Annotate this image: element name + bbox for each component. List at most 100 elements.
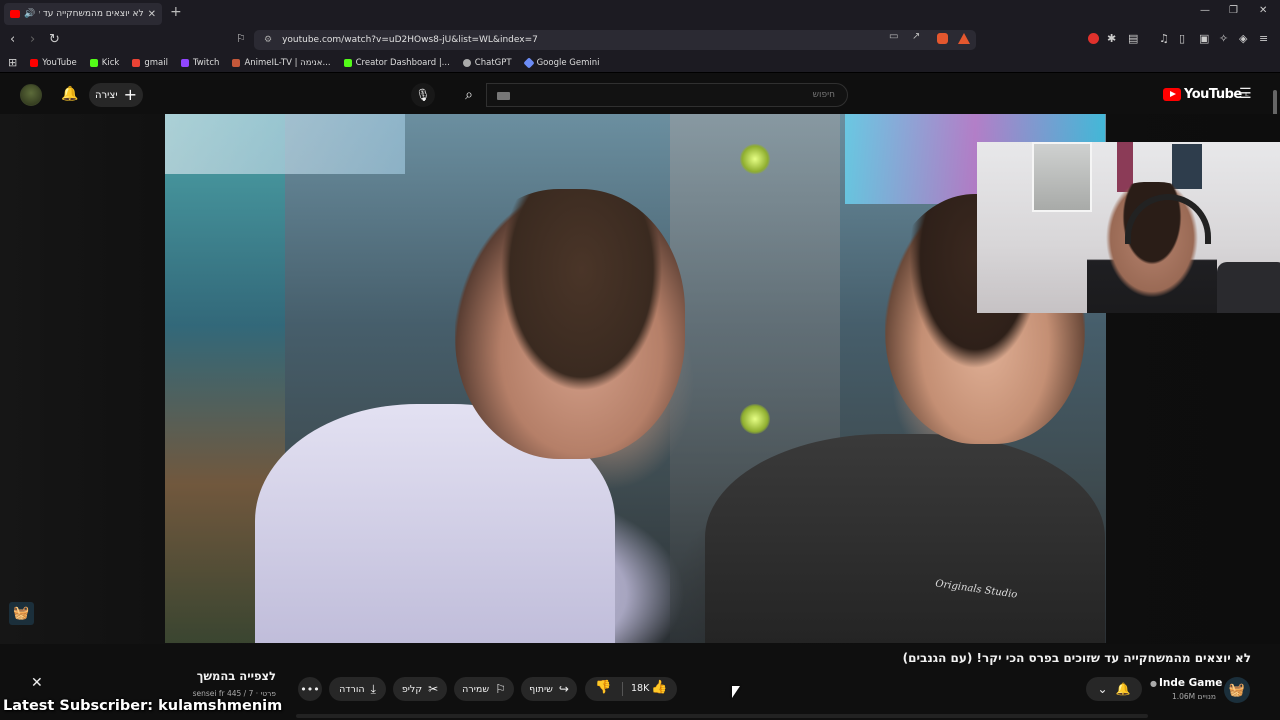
back-icon[interactable]: ‹ (10, 32, 15, 47)
video-person-right-body (705, 434, 1105, 643)
channel-name[interactable]: ● Inde Game (1150, 677, 1222, 689)
channel-avatar[interactable]: 🧺 (1224, 677, 1250, 703)
minimize-icon[interactable]: — (1200, 5, 1210, 16)
extensions-icon[interactable]: ✱ (1107, 32, 1116, 45)
basket-logo-icon: 🧺 (9, 602, 34, 625)
keyboard-icon[interactable] (497, 92, 510, 100)
search-input[interactable] (499, 90, 835, 100)
download-icon: ⤓ (370, 681, 376, 696)
video-person-left-head (455, 189, 685, 459)
below-video-divider (296, 714, 1148, 718)
bookmark-gemini[interactable]: Google Gemini (522, 56, 599, 69)
notifications-bell-icon[interactable]: 🔔 (61, 86, 78, 102)
account-avatar[interactable] (20, 84, 42, 106)
browser-tab-active[interactable]: 🔊 לא יוצאים מהמשחקייה עד שז... ✕ (4, 3, 162, 25)
youtube-play-icon (1163, 88, 1181, 101)
plus-icon: + (123, 85, 137, 104)
guide-menu-icon[interactable]: ☰ (1239, 86, 1252, 102)
chevron-down-icon: ⌄ (1097, 682, 1108, 696)
bookmark-kick[interactable]: Kick (89, 58, 119, 68)
video-title: לא יוצאים מהמשחקייה עד שזוכים בפרס הכי י… (902, 651, 1251, 665)
clip-label: קליפ (401, 683, 423, 695)
verified-icon: ● (1150, 679, 1157, 688)
bookmarks-bar: ⊞ YouTube Kick gmail Twitch AnimeIL-TV |… (0, 53, 1280, 73)
like-separator (622, 682, 623, 696)
create-label: יצירה (95, 89, 118, 101)
latest-subscriber-overlay: Latest Subscriber: kulamshmenim (3, 698, 283, 714)
browser-tab-bar: 🔊 לא יוצאים מהמשחקייה עד שז... ✕ + — ❐ ✕ (0, 0, 1280, 27)
create-button[interactable]: יצירה + (89, 83, 143, 107)
search-box[interactable] (486, 83, 848, 107)
basket-icon: 🧺 (1228, 682, 1246, 698)
streamer-webcam-overlay (977, 142, 1280, 313)
gmail-icon (132, 58, 141, 67)
close-window-icon[interactable]: ✕ (1259, 5, 1267, 16)
reader-icon[interactable]: ▤ (1128, 32, 1138, 45)
bookmark-icon: ⚐ (495, 682, 506, 696)
search-button[interactable]: ⌕ (452, 83, 486, 107)
sidebar-icon[interactable]: ▯ (1179, 32, 1185, 45)
voice-search-button[interactable]: 🎙 (411, 83, 435, 107)
dislike-button-icon[interactable]: 👎 (595, 680, 611, 695)
reload-icon[interactable]: ↻ (49, 32, 60, 47)
extension-red-icon[interactable] (1088, 33, 1099, 44)
youtube-logo[interactable]: YouTube IL (1163, 87, 1249, 102)
chatgpt-icon (462, 58, 471, 67)
share-icon: ↪ (558, 682, 569, 696)
bookmark-animeil[interactable]: AnimeIL-TV | אנימה... (232, 58, 331, 68)
video-scene-light (740, 404, 770, 434)
gemini-icon (522, 56, 535, 69)
clip-button[interactable]: קליפ ✂ (393, 677, 447, 701)
more-actions-button[interactable]: ••• (298, 677, 322, 701)
playlist-title[interactable]: לצפייה בהמשך (150, 669, 276, 683)
bookmark-creator-dashboard[interactable]: Creator Dashboard |... (343, 58, 450, 68)
webcam-poster (1172, 144, 1202, 189)
leo-ai-icon[interactable]: ✧ (1219, 32, 1228, 45)
subscriber-count: 1.06M מנויים (1171, 692, 1216, 701)
share-page-icon[interactable]: ↗ (912, 31, 920, 42)
brave-shields-icon[interactable] (937, 33, 948, 44)
like-dislike-group: 👎 18K 👍 (585, 677, 677, 701)
vpn-icon[interactable]: ◈ (1239, 32, 1247, 45)
bookmark-youtube[interactable]: YouTube (30, 58, 77, 68)
new-tab-button[interactable]: + (170, 4, 182, 20)
like-count[interactable]: 18K (631, 683, 649, 694)
download-label: הורדה (339, 683, 365, 695)
rewards-icon[interactable] (958, 33, 970, 44)
apps-grid-icon[interactable]: ⊞ (8, 56, 17, 69)
wallet-icon[interactable]: ▣ (1199, 32, 1209, 45)
restore-icon[interactable]: ❐ (1229, 5, 1238, 16)
video-player[interactable]: Originals Studio (165, 114, 1106, 643)
site-info-icon[interactable]: ⚙ (264, 35, 272, 45)
subscribed-button[interactable]: ⌄ 🔔 (1086, 677, 1142, 701)
browser-nav-bar: ‹ › ↻ ⚐ ⚙ youtube.com/watch?v=uD2HOws8-j… (0, 27, 1280, 53)
playlist-meta: sensei fr פרטי · 7 / 445 (192, 689, 276, 698)
like-button-icon[interactable]: 👍 (651, 680, 667, 695)
bookmark-twitch[interactable]: Twitch (180, 58, 219, 68)
webcam-window (1032, 142, 1092, 212)
forward-icon[interactable]: › (30, 32, 35, 47)
bookmark-chatgpt[interactable]: ChatGPT (462, 58, 512, 68)
close-tab-icon[interactable]: ✕ (148, 9, 156, 20)
microphone-icon: 🎙 (415, 88, 431, 102)
menu-icon[interactable]: ≡ (1259, 32, 1268, 45)
share-button[interactable]: שיתוף ↪ (521, 677, 577, 701)
bookmark-gmail[interactable]: gmail (132, 58, 168, 68)
bell-icon: 🔔 (1115, 682, 1131, 696)
bookmark-page-icon[interactable]: ⚐ (236, 32, 246, 45)
address-bar[interactable]: ⚙ youtube.com/watch?v=uD2HOws8-jU&list=W… (254, 30, 976, 50)
more-dots-icon: ••• (300, 682, 320, 696)
search-icon: ⌕ (465, 87, 473, 103)
speaker-icon[interactable]: 🔊 (24, 9, 35, 19)
save-button[interactable]: שמירה ⚐ (454, 677, 514, 701)
kick-icon (343, 58, 352, 67)
save-label: שמירה (462, 683, 490, 695)
media-icon[interactable]: ♫ (1159, 32, 1169, 45)
share-label: שיתוף (529, 683, 553, 695)
cast-icon[interactable]: ▭ (889, 31, 898, 42)
youtube-masthead: 🔔 יצירה + 🎙 ⌕ YouTube IL ☰ (0, 77, 1280, 114)
animeil-icon (232, 58, 241, 67)
youtube-favicon-icon (10, 10, 20, 18)
close-playlist-icon[interactable]: ✕ (31, 675, 43, 691)
download-button[interactable]: הורדה ⤓ (329, 677, 386, 701)
